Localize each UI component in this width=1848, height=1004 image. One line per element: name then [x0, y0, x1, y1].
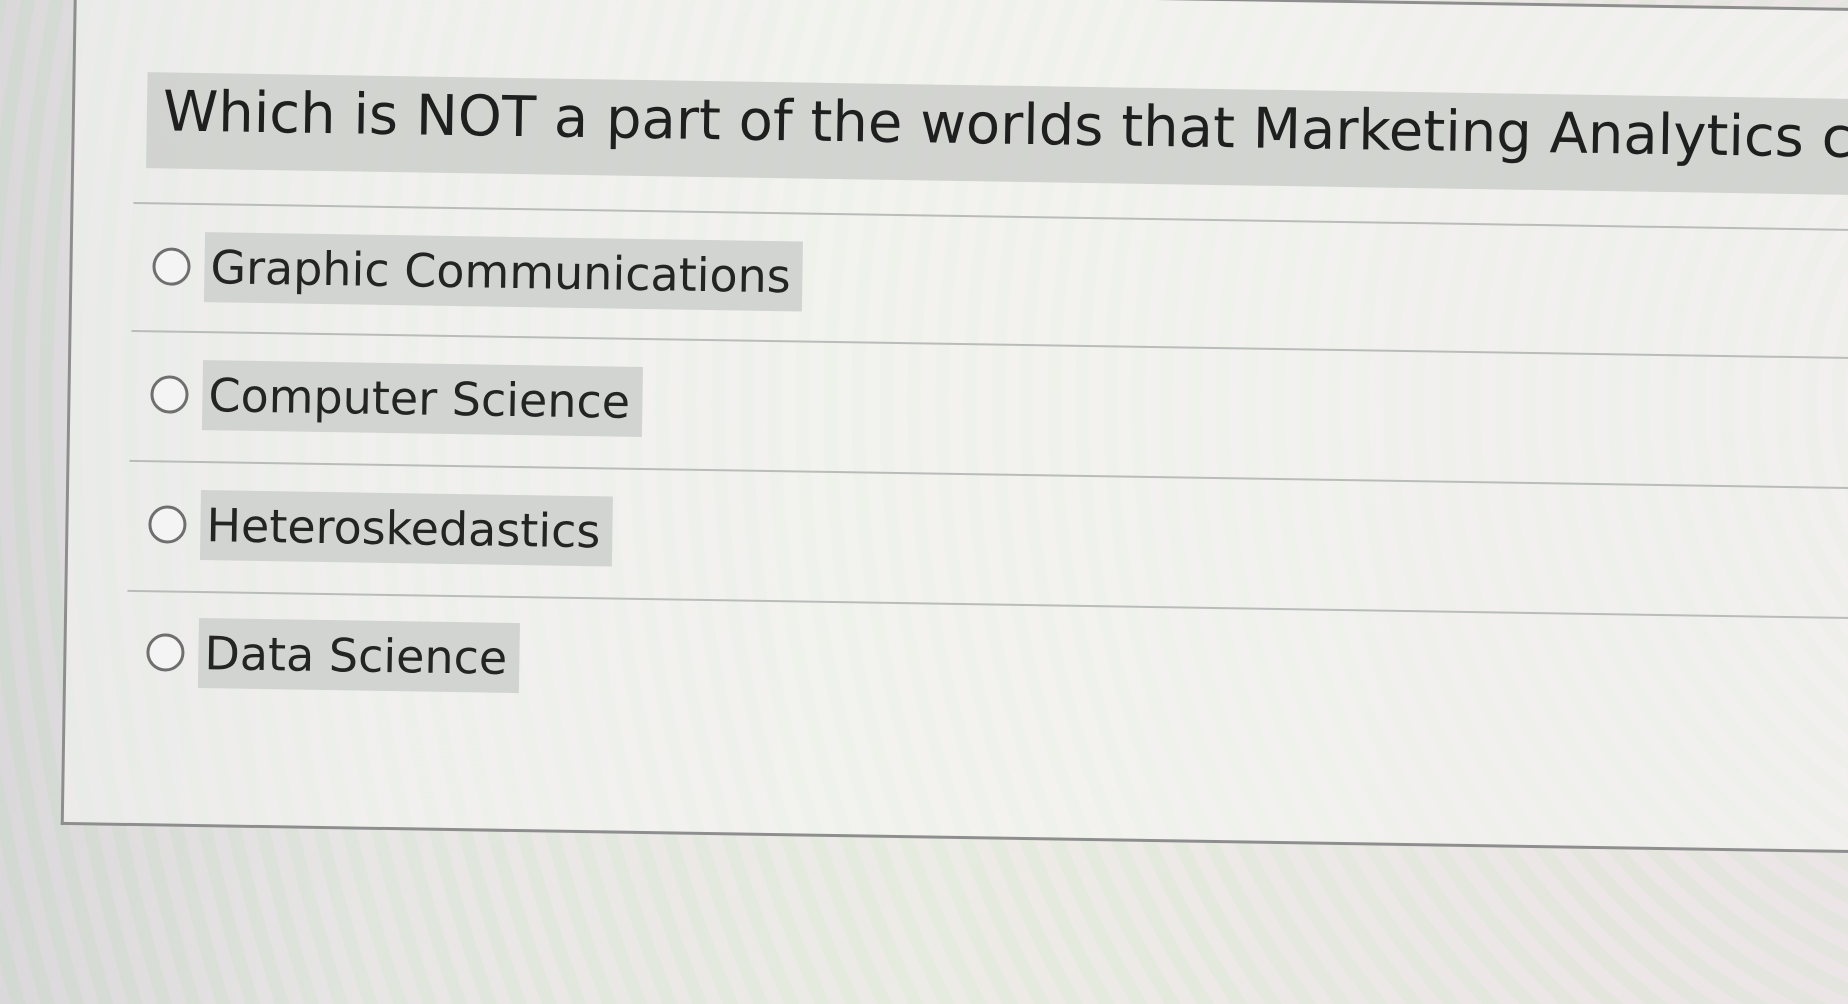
radio-button[interactable] — [146, 633, 185, 672]
question-text: Which is NOT a part of the worlds that M… — [146, 72, 1848, 200]
question-card: Which is NOT a part of the worlds that M… — [60, 0, 1848, 854]
answer-option-graphic-communications[interactable]: Graphic Communications — [152, 230, 804, 312]
divider — [133, 201, 1848, 232]
radio-button[interactable] — [152, 247, 191, 286]
answer-label: Graphic Communications — [203, 232, 804, 312]
answer-option-computer-science[interactable]: Computer Science — [150, 358, 643, 438]
divider — [129, 459, 1848, 490]
radio-button[interactable] — [148, 505, 187, 544]
answer-label: Computer Science — [201, 360, 643, 437]
divider — [127, 589, 1848, 620]
answer-label: Data Science — [197, 618, 520, 694]
radio-button[interactable] — [150, 375, 189, 414]
divider — [131, 329, 1848, 360]
answer-option-data-science[interactable]: Data Science — [146, 616, 520, 694]
answer-option-heteroskedastics[interactable]: Heteroskedastics — [148, 488, 613, 567]
answer-label: Heteroskedastics — [199, 490, 613, 567]
